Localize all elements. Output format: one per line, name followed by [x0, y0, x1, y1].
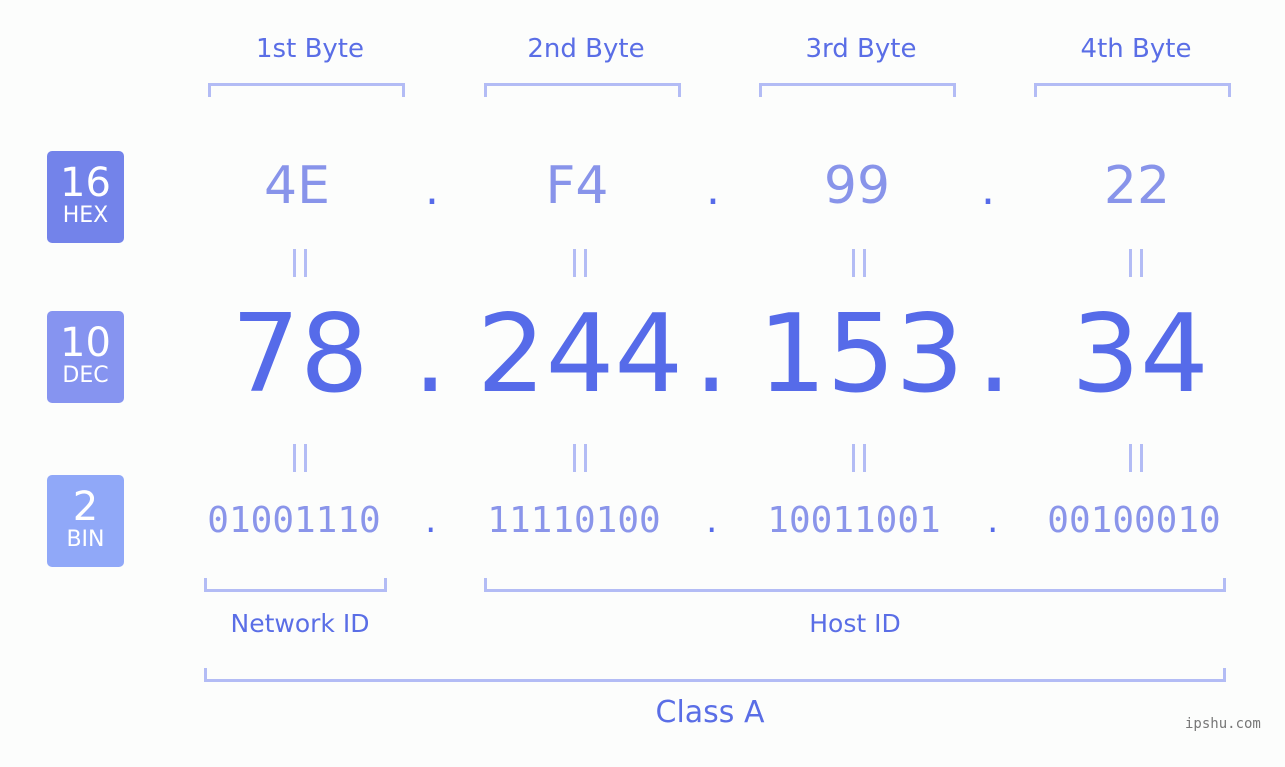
- hex-separator-3: .: [981, 164, 995, 215]
- hex-badge: 16 HEX: [47, 151, 124, 243]
- hex-octet-3: 99: [823, 156, 891, 216]
- hex-badge-label: HEX: [62, 203, 109, 228]
- network-id-bracket: [204, 578, 387, 592]
- equals-icon: [829, 441, 889, 481]
- byte-header-4: 4th Byte: [1080, 34, 1192, 64]
- equals-icon: [270, 441, 330, 481]
- bin-badge-label: BIN: [66, 527, 105, 552]
- bin-badge: 2 BIN: [47, 475, 124, 567]
- byte-bracket-3: [759, 83, 956, 97]
- byte-bracket-1: [208, 83, 405, 97]
- dec-badge-number: 10: [60, 320, 111, 366]
- dec-separator-1: .: [413, 292, 448, 417]
- hex-separator-2: .: [706, 164, 720, 215]
- byte-header-1: 1st Byte: [256, 34, 364, 64]
- equals-icon: [270, 246, 330, 286]
- dec-separator-3: .: [977, 292, 1012, 417]
- dec-octet-4: 34: [1071, 292, 1209, 417]
- dec-octet-2: 244: [476, 292, 684, 417]
- byte-bracket-4: [1034, 83, 1231, 97]
- dec-octet-1: 78: [231, 292, 369, 417]
- equals-icon: [550, 246, 610, 286]
- bin-separator-1: .: [425, 500, 437, 541]
- bin-octet-4: 00100010: [1047, 500, 1221, 541]
- dec-octet-3: 153: [757, 292, 965, 417]
- bin-octet-1: 01001110: [207, 500, 381, 541]
- bin-badge-number: 2: [72, 484, 99, 530]
- watermark: ipshu.com: [1185, 716, 1261, 732]
- class-bracket: [204, 668, 1226, 682]
- dec-separator-2: .: [694, 292, 729, 417]
- hex-octet-2: F4: [545, 156, 609, 216]
- network-id-label: Network ID: [230, 609, 370, 638]
- byte-header-3: 3rd Byte: [805, 34, 917, 64]
- bin-separator-2: .: [706, 500, 718, 541]
- host-id-bracket: [484, 578, 1226, 592]
- bin-separator-3: .: [987, 500, 999, 541]
- byte-bracket-2: [484, 83, 681, 97]
- byte-header-2: 2nd Byte: [527, 34, 645, 64]
- bin-octet-3: 10011001: [767, 500, 941, 541]
- hex-octet-1: 4E: [264, 156, 330, 216]
- dec-badge: 10 DEC: [47, 311, 124, 403]
- equals-icon: [1106, 441, 1166, 481]
- hex-octet-4: 22: [1103, 156, 1171, 216]
- hex-badge-number: 16: [60, 160, 111, 206]
- dec-badge-label: DEC: [62, 363, 109, 388]
- hex-separator-1: .: [425, 164, 439, 215]
- equals-icon: [1106, 246, 1166, 286]
- equals-icon: [550, 441, 610, 481]
- class-label: Class A: [655, 695, 765, 730]
- host-id-label: Host ID: [809, 609, 901, 638]
- bin-octet-2: 11110100: [487, 500, 661, 541]
- equals-icon: [829, 246, 889, 286]
